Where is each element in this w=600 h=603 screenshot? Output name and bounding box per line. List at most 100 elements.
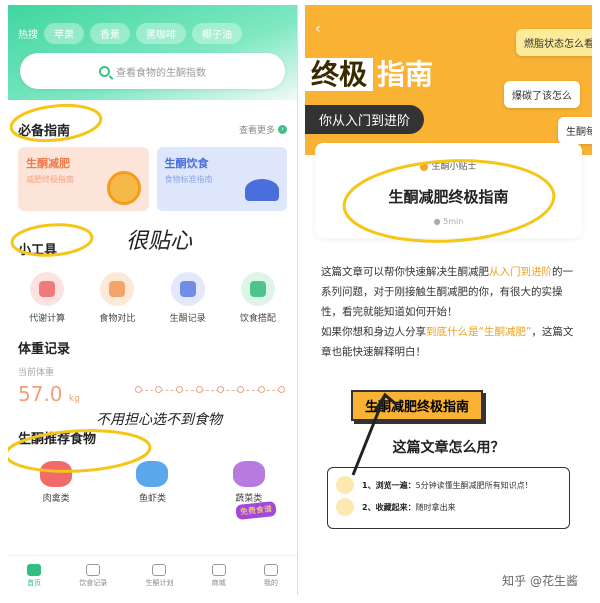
trend-point <box>135 386 142 393</box>
food-fish-shrimp[interactable]: 鱼虾类 <box>117 461 187 504</box>
guide-card-title: 生酮饮食 <box>164 157 209 170</box>
star-icon <box>336 498 354 516</box>
see-more-link[interactable]: 查看更多 › <box>239 123 287 136</box>
tab-home[interactable]: 首页 <box>27 563 42 588</box>
banner-tag: 生酮每 <box>558 117 592 144</box>
cart-icon <box>211 563 226 576</box>
tool-label: 食物对比 <box>99 314 136 324</box>
step-bold: 2、收藏起来： <box>362 502 416 512</box>
back-icon[interactable]: ‹ <box>315 21 321 37</box>
step-bold: 1、浏览一遍： <box>362 480 416 490</box>
compass-icon <box>106 171 141 205</box>
right-screenshot: ‹ 终极 指南 你从入门到进阶 燃脂状态怎么看 爆碳了该怎么 生酮每 生酮小贴士 … <box>305 5 592 595</box>
tool-label: 生酮记录 <box>169 314 206 324</box>
trend-point <box>237 386 245 393</box>
step-item: 2、收藏起来：随时拿出来 <box>336 498 561 516</box>
hot-search-label: 热搜 <box>18 30 38 41</box>
guide-title: 必备指南 <box>18 124 71 139</box>
guide-card-keto-weight-loss[interactable]: 生酮减肥 减肥终极指南 <box>18 147 149 211</box>
search-input[interactable]: 查看食物的生酮指数 <box>20 53 285 89</box>
search-placeholder: 查看食物的生酮指数 <box>116 67 206 79</box>
tool-food-compare[interactable]: 食物对比 <box>85 272 149 324</box>
trend-point <box>155 386 163 393</box>
article-highlight: 从入门到进阶 <box>489 266 552 278</box>
home-icon <box>27 563 42 576</box>
tip-title: 生酮减肥终极指南 <box>388 188 509 206</box>
trend-point <box>216 386 224 393</box>
tip-dot-icon <box>420 162 429 171</box>
tool-meal-pairing[interactable]: 饮食搭配 <box>226 272 290 324</box>
tip-label-text: 生酮小贴士 <box>431 162 477 172</box>
trend-point <box>196 386 204 393</box>
step-desc: 随时拿出来 <box>415 502 456 512</box>
tab-label: 我的 <box>263 578 278 587</box>
section-pill-title: 生酮减肥终极指南 <box>351 390 484 421</box>
tab-label: 生酮计划 <box>145 578 174 587</box>
weight-title: 体重记录 <box>18 342 71 357</box>
free-recipe-badge[interactable]: 免费食谱 <box>235 500 277 521</box>
article-text: 这篇文章可以帮你快速解决生酮减肥 <box>321 266 489 278</box>
tool-metabolism-calc[interactable]: 代谢计算 <box>15 272 79 324</box>
tools-row: 代谢计算 食物对比 生酮记录 饮食搭配 <box>8 272 297 324</box>
article-highlight: 到底什么是“生酮减肥” <box>426 326 532 338</box>
trend-point <box>277 386 285 393</box>
burger-icon <box>240 272 275 306</box>
edit-icon <box>86 563 101 576</box>
trend-point <box>175 386 183 393</box>
tool-keto-record[interactable]: 生酮记录 <box>156 272 220 324</box>
meat-icon <box>40 461 73 487</box>
tool-label: 饮食搭配 <box>239 314 276 324</box>
guide-header: 必备指南 查看更多 › <box>8 120 297 139</box>
step-text: 2、收藏起来：随时拿出来 <box>362 502 456 513</box>
food-cloche-icon <box>245 179 279 201</box>
food-label: 肉禽类 <box>42 494 70 504</box>
hot-chip-coconut-oil[interactable]: 椰子油 <box>192 23 242 44</box>
hot-chip-banana[interactable]: 香蕉 <box>90 23 130 44</box>
food-label: 鱼虾类 <box>138 494 166 504</box>
tools-title: 小工具 <box>18 243 58 258</box>
reading-time: ● 5min <box>433 217 464 226</box>
weight-trend-points <box>135 386 285 393</box>
guide-section-card: 生酮减肥终极指南 这篇文章怎么用？ 1、浏览一遍：5分钟读懂生酮减肥所有知识点！… <box>319 384 578 534</box>
step-item: 1、浏览一遍：5分钟读懂生酮减肥所有知识点！ <box>336 476 561 494</box>
fish-icon <box>136 461 169 487</box>
section-how-title: 这篇文章怎么用？ <box>392 440 505 456</box>
bottom-tab-bar: 首页 饮食记录 生酮计划 商城 我的 <box>8 555 297 595</box>
tool-label: 代谢计算 <box>29 314 66 324</box>
step-text: 1、浏览一遍：5分钟读懂生酮减肥所有知识点！ <box>362 480 533 491</box>
calendar-icon <box>152 563 167 576</box>
versus-icon <box>100 272 135 306</box>
steps-box: 1、浏览一遍：5分钟读懂生酮减肥所有知识点！ 2、收藏起来：随时拿出来 <box>327 467 570 529</box>
tip-card: 生酮小贴士 生酮减肥终极指南 ● 5min <box>315 143 582 238</box>
hot-chip-black-coffee[interactable]: 黑咖啡 <box>136 23 186 44</box>
weight-record-section[interactable]: 体重记录 当前体重 57.0 kg <box>8 338 297 418</box>
header-hero: 热搜 苹果 香蕉 黑咖啡 椰子油 查看食物的生酮指数 <box>8 5 297 100</box>
weight-sub: 当前体重 <box>18 368 55 378</box>
chevron-right-icon: › <box>278 125 287 134</box>
guide-card-keto-diet[interactable]: 生酮饮食 食物标准指南 <box>156 147 287 211</box>
article-banner: ‹ 终极 指南 你从入门到进阶 燃脂状态怎么看 爆碳了该怎么 生酮每 <box>305 5 592 155</box>
tab-keto-plan[interactable]: 生酮计划 <box>145 563 174 588</box>
guide-cards: 生酮减肥 减肥终极指南 生酮饮食 食物标准指南 <box>8 147 297 211</box>
vegetable-icon <box>232 461 265 487</box>
tab-mall[interactable]: 商城 <box>211 563 226 588</box>
tip-label: 生酮小贴士 <box>315 159 582 172</box>
banner-title: 终极 指南 <box>305 53 433 93</box>
eye-icon <box>336 476 354 494</box>
left-screenshot: 热搜 苹果 香蕉 黑咖啡 椰子油 查看食物的生酮指数 必备指南 查看更多 › 生… <box>8 5 298 595</box>
tab-mine[interactable]: 我的 <box>263 563 278 588</box>
food-vegetables[interactable]: 蔬菜类 <box>214 461 284 504</box>
tab-diet-record[interactable]: 饮食记录 <box>79 563 107 588</box>
reading-time-text: 5min <box>443 217 464 226</box>
banner-tag: 燃脂状态怎么看 <box>516 29 592 56</box>
tab-label: 首页 <box>27 578 42 587</box>
food-meat-poultry[interactable]: 肉禽类 <box>21 461 91 504</box>
article-paragraph: 如果你想和身边人分享到底什么是“生酮减肥”，这篇文章也能快速解释明白！ <box>321 322 576 362</box>
tab-label: 商城 <box>211 578 226 587</box>
guide-card-title: 生酮减肥 <box>26 157 70 170</box>
trend-point <box>257 386 265 393</box>
see-more-label: 查看更多 <box>238 126 275 136</box>
handwritten-note-no-worries: 不用担心选不到食物 <box>96 412 222 428</box>
watermark: 知乎 @花生酱 <box>502 574 578 588</box>
hot-chip-apple[interactable]: 苹果 <box>44 23 84 44</box>
